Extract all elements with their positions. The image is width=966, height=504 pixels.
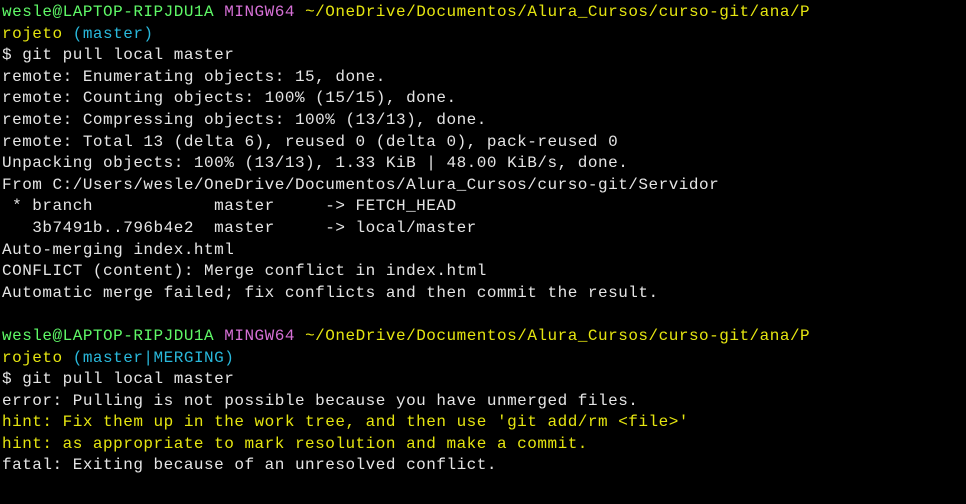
- cwd-part-a: ~/OneDrive/Documentos/Alura_Cursos/curso…: [305, 3, 810, 21]
- prompt-line-wrap: rojeto (master|MERGING): [2, 348, 964, 370]
- output-line: From C:/Users/wesle/OneDrive/Documentos/…: [2, 175, 964, 197]
- blank-line: [2, 304, 964, 326]
- cwd-part-b: rojeto: [2, 25, 63, 43]
- prompt-line: wesle@LAPTOP-RIPJDU1A MINGW64 ~/OneDrive…: [2, 2, 964, 24]
- output-line: Auto-merging index.html: [2, 240, 964, 262]
- output-line: remote: Total 13 (delta 6), reused 0 (de…: [2, 132, 964, 154]
- user-host: wesle@LAPTOP-RIPJDU1A: [2, 3, 214, 21]
- cwd-part-a: ~/OneDrive/Documentos/Alura_Cursos/curso…: [305, 327, 810, 345]
- command-input: $ git pull local master: [2, 45, 964, 67]
- output-line: remote: Compressing objects: 100% (13/13…: [2, 110, 964, 132]
- user-host: wesle@LAPTOP-RIPJDU1A: [2, 327, 214, 345]
- command-input: $ git pull local master: [2, 369, 964, 391]
- error-line: error: Pulling is not possible because y…: [2, 391, 964, 413]
- output-line: remote: Enumerating objects: 15, done.: [2, 67, 964, 89]
- branch-status: (master|MERGING): [73, 349, 235, 367]
- branch-status: (master): [73, 25, 154, 43]
- conflict-line: CONFLICT (content): Merge conflict in in…: [2, 261, 964, 283]
- cwd-part-b: rojeto: [2, 349, 63, 367]
- prompt-line: wesle@LAPTOP-RIPJDU1A MINGW64 ~/OneDrive…: [2, 326, 964, 348]
- output-line: remote: Counting objects: 100% (15/15), …: [2, 88, 964, 110]
- hint-line: hint: Fix them up in the work tree, and …: [2, 412, 964, 434]
- output-line: Automatic merge failed; fix conflicts an…: [2, 283, 964, 305]
- output-line: * branch master -> FETCH_HEAD: [2, 196, 964, 218]
- shell-name: MINGW64: [224, 327, 295, 345]
- fatal-line: fatal: Exiting because of an unresolved …: [2, 455, 964, 477]
- output-line: Unpacking objects: 100% (13/13), 1.33 Ki…: [2, 153, 964, 175]
- hint-line: hint: as appropriate to mark resolution …: [2, 434, 964, 456]
- shell-name: MINGW64: [224, 3, 295, 21]
- prompt-line-wrap: rojeto (master): [2, 24, 964, 46]
- output-line: 3b7491b..796b4e2 master -> local/master: [2, 218, 964, 240]
- terminal[interactable]: wesle@LAPTOP-RIPJDU1A MINGW64 ~/OneDrive…: [2, 2, 964, 477]
